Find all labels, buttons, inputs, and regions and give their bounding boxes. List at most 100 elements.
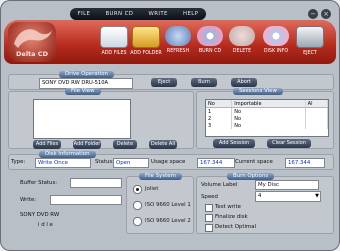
type-label: Type: [11, 159, 26, 165]
minimize-button[interactable]: − [308, 9, 318, 19]
disk-info-button[interactable]: DISK INFO [258, 26, 294, 62]
add-files-icon [100, 26, 128, 48]
speed-select[interactable]: 4 ▼ [255, 191, 321, 202]
sessions-view-title: Sessions View [233, 88, 283, 95]
menu-file[interactable]: FILE [78, 11, 91, 17]
buffer-status-label: Buffer Status: [20, 180, 58, 186]
add-folder-icon [132, 26, 160, 48]
file-view-title: File View [65, 88, 101, 95]
burn-cd-button[interactable]: BURN CD [192, 26, 228, 62]
current-space-field: 167.344 [285, 158, 325, 168]
add-files-small-button[interactable]: Add Files [33, 140, 61, 149]
status-label: Status: [95, 159, 114, 165]
table-row[interactable]: 1 No [206, 107, 329, 115]
eject-button[interactable]: EJECT [292, 26, 328, 62]
write-progress-bar [50, 195, 122, 205]
burn-options-title: Burn Options [227, 173, 275, 180]
test-write-checkbox[interactable] [205, 204, 213, 212]
cell-no: 1 [206, 107, 233, 115]
app-window: FILE BURN CD WRITE HELP − × Delta CD ADD… [0, 0, 340, 251]
logo-text: Delta CD [16, 50, 48, 58]
finalize-disk-label: Finalize disk [215, 214, 248, 220]
iso-level2-radio[interactable] [133, 217, 142, 226]
toolbar-label: DISK INFO [263, 49, 289, 54]
sessions-table[interactable]: No Importable Al 1 No 2 No 3 No [205, 99, 329, 137]
cell-al [305, 122, 329, 129]
detect-optimal-checkbox[interactable] [205, 224, 213, 232]
buffer-status-bar [70, 178, 122, 188]
device-state-label: i d l e [38, 222, 53, 228]
table-row[interactable]: 3 No [206, 122, 329, 129]
refresh-icon [165, 26, 191, 46]
drive-eject-button[interactable]: Eject [151, 78, 177, 87]
finalize-disk-checkbox[interactable] [205, 214, 213, 222]
drive-abort-button[interactable]: Abort [231, 78, 257, 87]
table-row[interactable]: 2 No [206, 115, 329, 122]
joliet-radio[interactable] [133, 185, 142, 194]
iso-level1-label: ISO 9660 Level 1 [145, 202, 191, 208]
disk-information-title: Disk Information [39, 151, 96, 158]
toolbar-label: BURN CD [198, 49, 222, 54]
detect-optimal-label: Detect Optimal [215, 224, 257, 230]
cell-al [305, 107, 329, 115]
iso-level2-label: ISO 9660 Level 2 [145, 218, 191, 224]
delete-icon [229, 26, 255, 46]
column-importable[interactable]: Importable [231, 100, 306, 108]
write-label: Write: [20, 197, 37, 203]
eject-icon [296, 26, 324, 48]
toolbar-label: ADD FOLDER [130, 51, 162, 56]
cell-no: 3 [206, 122, 233, 129]
disk-info-icon [263, 26, 289, 46]
sessions-header-row: No Importable Al [206, 100, 329, 108]
sessions-view-panel: Sessions View No Importable Al 1 No 2 No [196, 88, 334, 149]
toolbar-label: DELETE [232, 49, 252, 54]
drive-operation-title: Drive Operation [59, 71, 114, 78]
volume-label-input[interactable]: My Disc [255, 180, 319, 190]
delete-small-button[interactable]: Delete [113, 140, 137, 149]
menu-bar: FILE BURN CD WRITE HELP [70, 8, 206, 20]
volume-label-label: Volume Label [201, 182, 238, 188]
chevron-down-icon: ▼ [315, 193, 319, 199]
cell-importable: No [231, 107, 306, 115]
drive-operation-panel: Drive Operation SONY DVD RW DRU-510A Eje… [8, 71, 334, 90]
test-write-label: Test write [215, 204, 241, 210]
drive-burn-button[interactable]: Burn [191, 78, 217, 87]
usage-space-field: 167.344 [197, 158, 235, 168]
add-folder-button[interactable]: ADD FOLDER [128, 26, 164, 62]
toolbar-label: REFRESH [166, 49, 190, 54]
file-view-panel: File View Add Files Add Folder Delete De… [8, 88, 194, 149]
close-button[interactable]: × [321, 9, 331, 19]
add-files-button[interactable]: ADD FILES [96, 26, 132, 62]
current-space-label: Current space [235, 159, 273, 165]
add-folder-small-button[interactable]: Add Folder [73, 140, 101, 149]
type-field: Write Once [35, 158, 91, 168]
add-session-button[interactable]: Add Session [213, 139, 255, 148]
drive-select-value: SONY DVD RW DRU-510A [42, 80, 109, 86]
cell-al [305, 115, 329, 122]
menu-burn-cd[interactable]: BURN CD [105, 11, 133, 17]
delete-button[interactable]: DELETE [224, 26, 260, 62]
cell-importable: No [231, 122, 306, 129]
cell-no: 2 [206, 115, 233, 122]
iso-level1-radio[interactable] [133, 201, 142, 210]
column-no[interactable]: No [206, 100, 233, 108]
file-list[interactable] [33, 99, 131, 139]
device-label: SONY DVD RW [20, 212, 60, 218]
status-field: Open [113, 158, 149, 168]
refresh-button[interactable]: REFRESH [160, 26, 196, 62]
file-system-panel: File System Joliet ISO 9660 Level 1 ISO … [126, 173, 194, 234]
joliet-label: Joliet [145, 186, 159, 192]
clear-session-button[interactable]: Clear Session [267, 139, 311, 148]
speed-label: Speed [201, 194, 218, 200]
burn-options-panel: Burn Options Volume Label My Disc Speed … [196, 173, 334, 234]
dragon-icon [14, 29, 52, 48]
menu-help[interactable]: HELP [183, 11, 198, 17]
delete-all-button[interactable]: Delete All [149, 140, 177, 149]
cell-importable: No [231, 115, 306, 122]
disk-information-panel: Disk Information Type: Write Once Status… [8, 151, 334, 170]
usage-space-label: Usage space [151, 159, 186, 165]
menu-write[interactable]: WRITE [148, 11, 167, 17]
file-system-title: File System [139, 173, 182, 180]
column-al[interactable]: Al [305, 100, 329, 108]
speed-value: 4 [258, 193, 262, 199]
